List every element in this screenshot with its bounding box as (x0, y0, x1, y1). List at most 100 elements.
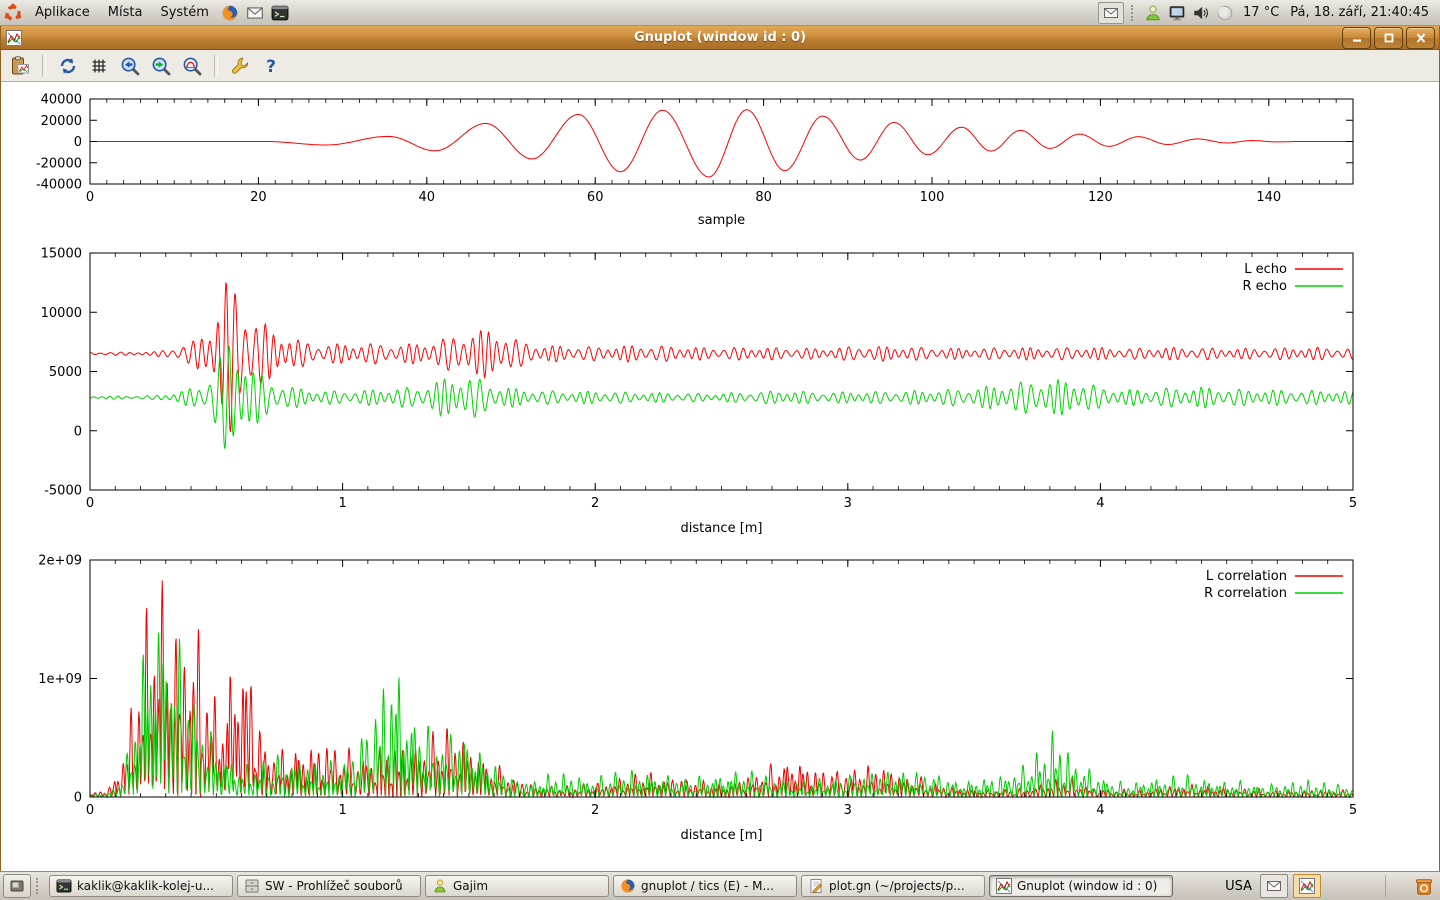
toolbar-icon (182, 56, 202, 76)
svg-text:0: 0 (86, 803, 94, 818)
taskbar-window-button[interactable]: plot.gn (~/projects/p... (801, 875, 985, 897)
trash-applet-icon[interactable] (1414, 876, 1434, 896)
toolbar-icon (58, 56, 78, 76)
gnuplot-charts[interactable]: 020406080100120140-40000-200000200004000… (1, 82, 1439, 874)
svg-text:80: 80 (755, 190, 772, 205)
taskbar-item-label: Gajim (453, 879, 488, 893)
taskbar-window-button[interactable]: kaklik@kaklik-kolej-u... (49, 875, 233, 897)
panel-launcher-icon[interactable] (268, 0, 293, 25)
svg-text:60: 60 (587, 190, 604, 205)
tray-icon-glyph (1192, 4, 1210, 22)
taskbar-item-icon (620, 878, 636, 894)
show-desktop-button[interactable] (3, 874, 31, 898)
panel-menu-label: Systém (160, 5, 208, 20)
tray-icon-glyph (1144, 4, 1162, 22)
minimize-button[interactable] (1342, 27, 1371, 49)
svg-text:40000: 40000 (41, 93, 82, 108)
toolbar-icon (89, 56, 109, 76)
taskbar-window-button[interactable]: Gajim (425, 875, 609, 897)
window-titlebar[interactable]: Gnuplot (window id : 0) (1, 26, 1439, 50)
svg-text:2: 2 (591, 496, 599, 511)
taskbar-window-button[interactable]: SW - Prohlížeč souborů (237, 875, 421, 897)
close-icon (1415, 33, 1427, 43)
gnuplot-window: Gnuplot (window id : 0) (0, 26, 1440, 872)
svg-text:L echo: L echo (1244, 262, 1287, 277)
svg-text:15000: 15000 (41, 247, 82, 262)
maximize-icon (1383, 33, 1395, 43)
toolbar-icon (230, 56, 250, 76)
svg-text:R correlation: R correlation (1204, 586, 1287, 601)
panel-launcher-icon[interactable] (243, 0, 268, 25)
toolbar-button[interactable] (181, 55, 203, 77)
taskbar-item-icon (808, 878, 824, 894)
bottom-taskbar: kaklik@kaklik-kolej-u... SW - Prohlížeč … (0, 871, 1440, 900)
svg-text:1: 1 (338, 496, 346, 511)
close-button[interactable] (1406, 27, 1435, 49)
taskbar-item-label: kaklik@kaklik-kolej-u... (77, 879, 214, 893)
taskbar-tray-icon[interactable] (1293, 874, 1321, 898)
panel-menu[interactable]: Systém (151, 0, 217, 25)
panel-separator (1131, 5, 1136, 21)
ubuntu-logo-icon[interactable] (0, 0, 26, 25)
mail-notification-icon[interactable] (1098, 2, 1124, 24)
svg-text:3: 3 (844, 803, 852, 818)
toolbar-button[interactable] (119, 55, 141, 77)
minimize-icon (1351, 33, 1363, 43)
tray-icon[interactable] (1215, 3, 1235, 23)
window-title: Gnuplot (window id : 0) (1, 30, 1439, 45)
svg-text:20000: 20000 (41, 114, 82, 129)
svg-text:1: 1 (338, 803, 346, 818)
svg-text:-40000: -40000 (36, 178, 82, 193)
toolbar-copy-to-clipboard-button[interactable] (9, 55, 31, 77)
svg-text:1e+09: 1e+09 (38, 672, 82, 687)
taskbar-item-label: SW - Prohlížeč souborů (265, 879, 403, 893)
toolbar-button[interactable] (57, 55, 79, 77)
panel-menu[interactable]: Aplikace (26, 0, 99, 25)
svg-text:40: 40 (419, 190, 436, 205)
svg-text:0: 0 (86, 496, 94, 511)
taskbar-item-icon (244, 878, 260, 894)
plot-canvas[interactable]: 020406080100120140-40000-200000200004000… (1, 82, 1439, 872)
svg-text:100: 100 (920, 190, 945, 205)
tray-spacer (1327, 875, 1386, 897)
tray-icon-glyph (1168, 4, 1186, 22)
svg-text:distance [m]: distance [m] (680, 828, 762, 843)
svg-text:4: 4 (1096, 496, 1104, 511)
svg-text:0: 0 (86, 190, 94, 205)
tray-spacer (1392, 875, 1408, 897)
tray-icon[interactable] (1191, 3, 1211, 23)
panel-menu[interactable]: Místa (99, 0, 152, 25)
taskbar-handle (36, 878, 41, 894)
svg-text:5: 5 (1349, 496, 1357, 511)
maximize-button[interactable] (1374, 27, 1403, 49)
svg-text:-5000: -5000 (44, 484, 82, 499)
toolbar-button[interactable] (150, 55, 172, 77)
toolbar-button[interactable] (229, 55, 251, 77)
taskbar-window-button[interactable]: Gnuplot (window id : 0) (989, 875, 1173, 897)
show-desktop-icon (9, 878, 25, 894)
toolbar-separator (42, 55, 46, 77)
taskbar-item-icon (996, 878, 1012, 894)
panel-launcher-icon[interactable] (218, 0, 243, 25)
clock[interactable]: Pá, 18. září, 21:40:45 (1287, 5, 1432, 20)
launcher-icon (271, 4, 289, 22)
taskbar-tray-glyph (1299, 878, 1315, 894)
panel-menu-label: Aplikace (35, 5, 90, 20)
svg-text:10000: 10000 (41, 306, 82, 321)
svg-text:3: 3 (844, 496, 852, 511)
svg-text:5000: 5000 (49, 365, 82, 380)
taskbar-tray-icon[interactable] (1260, 874, 1288, 898)
keyboard-layout-indicator[interactable]: USA (1225, 879, 1254, 894)
toolbar-button[interactable] (260, 55, 282, 77)
taskbar-window-button[interactable]: gnuplot / tics (E) - M... (613, 875, 797, 897)
tray-icon[interactable] (1167, 3, 1187, 23)
gnuplot-toolbar (1, 50, 1439, 82)
toolbar-button[interactable] (88, 55, 110, 77)
taskbar-item-label: Gnuplot (window id : 0) (1017, 879, 1157, 893)
svg-text:120: 120 (1088, 190, 1113, 205)
toolbar-icon (120, 56, 140, 76)
tray-icon[interactable] (1143, 3, 1163, 23)
svg-text:sample: sample (698, 213, 745, 228)
svg-text:-20000: -20000 (36, 156, 82, 171)
launcher-icon (246, 4, 264, 22)
